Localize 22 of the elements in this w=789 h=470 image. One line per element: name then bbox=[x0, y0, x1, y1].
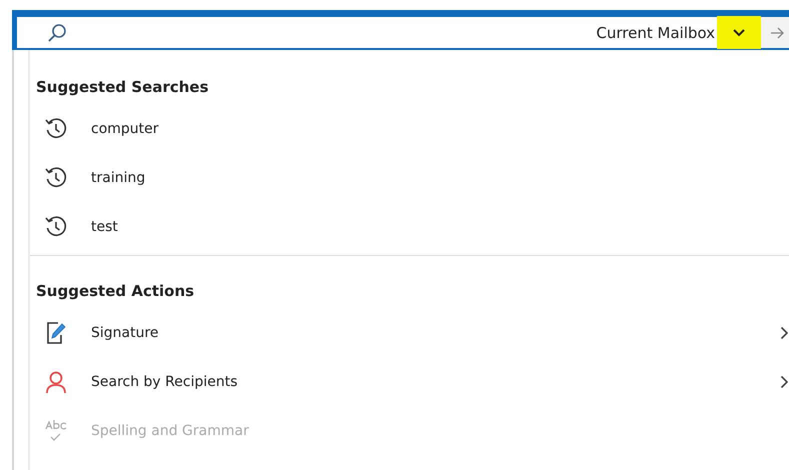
history-icon bbox=[44, 166, 68, 190]
scope-label[interactable]: Current Mailbox bbox=[596, 24, 715, 42]
chevron-right-icon bbox=[780, 326, 789, 340]
spell-check-icon bbox=[44, 418, 68, 444]
scope-dropdown[interactable] bbox=[717, 16, 761, 49]
search-icon bbox=[47, 22, 67, 42]
action-item[interactable]: Signature bbox=[30, 308, 789, 357]
section-heading: Suggested Searches bbox=[35, 77, 210, 98]
go-button[interactable] bbox=[761, 17, 789, 48]
suggestion-item[interactable]: test bbox=[30, 202, 789, 251]
document-pen-icon bbox=[44, 320, 68, 344]
suggestion-item[interactable]: computer bbox=[30, 104, 789, 153]
chevron-right-icon bbox=[780, 374, 789, 388]
chevron-down-icon bbox=[732, 28, 746, 38]
action-item[interactable]: Search by Recipients bbox=[30, 357, 789, 406]
history-icon bbox=[44, 116, 68, 140]
history-icon bbox=[44, 214, 68, 238]
section-heading: Suggested Actions bbox=[35, 281, 196, 302]
suggestion-item[interactable]: training bbox=[30, 153, 789, 202]
search-field[interactable]: Current Mailbox bbox=[12, 17, 789, 50]
arrow-right-icon bbox=[771, 26, 785, 38]
person-icon bbox=[44, 370, 68, 394]
